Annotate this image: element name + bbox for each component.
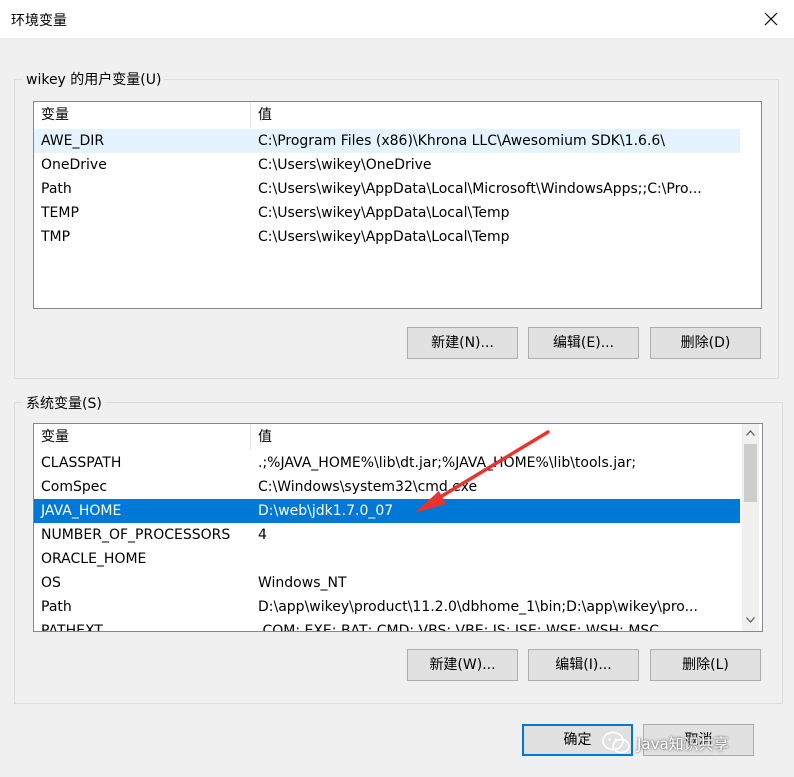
- variable-value-cell: C:\Users\wikey\AppData\Local\Microsoft\W…: [258, 181, 702, 197]
- variable-name-cell: OneDrive: [41, 157, 107, 173]
- window-title: 环境变量: [11, 13, 67, 29]
- table-row[interactable]: TEMP C:\Users\wikey\AppData\Local\Temp: [34, 201, 740, 225]
- title-bar: 环境变量: [0, 0, 794, 38]
- user-vars-list[interactable]: 变量 值 AWE_DIR C:\Program Files (x86)\Khron…: [33, 101, 762, 309]
- table-row[interactable]: JAVA_HOME D:\web\jdk1.7.0_07: [34, 499, 740, 523]
- table-row[interactable]: OneDrive C:\Users\wikey\OneDrive: [34, 153, 740, 177]
- variable-name-cell: OS: [41, 575, 61, 591]
- variable-value-cell: 4: [258, 527, 267, 543]
- user-edit-button[interactable]: 编辑(E)...: [528, 327, 639, 359]
- watermark: Java知识共享: [601, 726, 729, 760]
- user-vars-group-label: wikey 的用户变量(U): [23, 69, 165, 89]
- variable-value-cell: C:\Users\wikey\AppData\Local\Temp: [258, 205, 510, 221]
- scroll-up-button[interactable]: [742, 424, 759, 441]
- user-delete-button[interactable]: 删除(D): [650, 327, 761, 359]
- table-row[interactable]: PATHEXT .COM;.EXE;.BAT;.CMD;.VBS;.VBE;.JS…: [34, 619, 740, 632]
- variable-value-cell: D:\web\jdk1.7.0_07: [258, 503, 394, 519]
- system-vars-group-label: 系统变量(S): [23, 393, 105, 413]
- table-row[interactable]: Path D:\app\wikey\product\11.2.0\dbhome_1…: [34, 595, 740, 619]
- system-vars-list[interactable]: 变量 值 CLASSPATH .;%JAVA_HOME%\lib\dt.jar;%…: [33, 423, 763, 632]
- system-edit-button[interactable]: 编辑(I)...: [528, 649, 639, 681]
- variable-name-cell: Path: [41, 181, 72, 197]
- variable-value-cell: C:\Users\wikey\OneDrive: [258, 157, 432, 173]
- variable-value-cell: .COM;.EXE;.BAT;.CMD;.VBS;.VBE;.JS;.JSE;.…: [258, 623, 660, 632]
- variable-value-cell: .;%JAVA_HOME%\lib\dt.jar;%JAVA_HOME%\lib…: [258, 455, 637, 471]
- column-header-value[interactable]: 值: [251, 102, 731, 128]
- user-vars-list-header: 变量 值: [34, 102, 761, 128]
- system-new-button[interactable]: 新建(W)...: [407, 649, 518, 681]
- variable-value-cell: C:\Program Files (x86)\Khrona LLC\Awesom…: [258, 133, 666, 149]
- variable-name-cell: TEMP: [41, 205, 79, 221]
- table-row[interactable]: OS Windows_NT: [34, 571, 740, 595]
- variable-name-cell: PATHEXT: [41, 623, 103, 632]
- system-vars-list-header: 变量 值: [34, 424, 762, 450]
- column-header-name[interactable]: 变量: [34, 424, 251, 450]
- table-row[interactable]: ComSpec C:\Windows\system32\cmd.exe: [34, 475, 740, 499]
- variable-name-cell: NUMBER_OF_PROCESSORS: [41, 527, 231, 543]
- table-row[interactable]: TMP C:\Users\wikey\AppData\Local\Temp: [34, 225, 740, 249]
- variable-value-cell: C:\Users\wikey\AppData\Local\Temp: [258, 229, 510, 245]
- variable-name-cell: TMP: [41, 229, 71, 245]
- column-header-name[interactable]: 变量: [34, 102, 251, 128]
- variable-name-cell: AWE_DIR: [41, 133, 105, 149]
- scroll-down-button[interactable]: [742, 611, 759, 628]
- table-row[interactable]: ORACLE_HOME: [34, 547, 740, 571]
- wechat-icon: [602, 731, 630, 754]
- table-row[interactable]: Path C:\Users\wikey\AppData\Local\Microso…: [34, 177, 740, 201]
- table-row[interactable]: CLASSPATH .;%JAVA_HOME%\lib\dt.jar;%JAVA_…: [34, 451, 740, 475]
- variable-name-cell: ComSpec: [41, 479, 108, 495]
- table-row[interactable]: NUMBER_OF_PROCESSORS 4: [34, 523, 740, 547]
- watermark-text: Java知识共享: [637, 734, 729, 753]
- scroll-thumb[interactable]: [744, 444, 757, 502]
- variable-value-cell: C:\Windows\system32\cmd.exe: [258, 479, 478, 495]
- close-button[interactable]: [748, 0, 794, 38]
- chevron-up-icon: [746, 429, 755, 436]
- system-delete-button[interactable]: 删除(L): [650, 649, 761, 681]
- system-vars-scrollbar[interactable]: [742, 424, 759, 631]
- close-icon: [764, 12, 778, 26]
- user-new-button[interactable]: 新建(N)...: [407, 327, 518, 359]
- chevron-down-icon: [746, 616, 755, 623]
- variable-name-cell: JAVA_HOME: [41, 503, 122, 519]
- variable-value-cell: Windows_NT: [258, 575, 347, 591]
- variable-name-cell: Path: [41, 599, 72, 615]
- variable-value-cell: D:\app\wikey\product\11.2.0\dbhome_1\bin…: [258, 599, 698, 615]
- table-row[interactable]: AWE_DIR C:\Program Files (x86)\Khrona LLC…: [34, 129, 740, 153]
- variable-name-cell: ORACLE_HOME: [41, 551, 147, 567]
- variable-name-cell: CLASSPATH: [41, 455, 122, 471]
- column-header-value[interactable]: 值: [251, 424, 731, 450]
